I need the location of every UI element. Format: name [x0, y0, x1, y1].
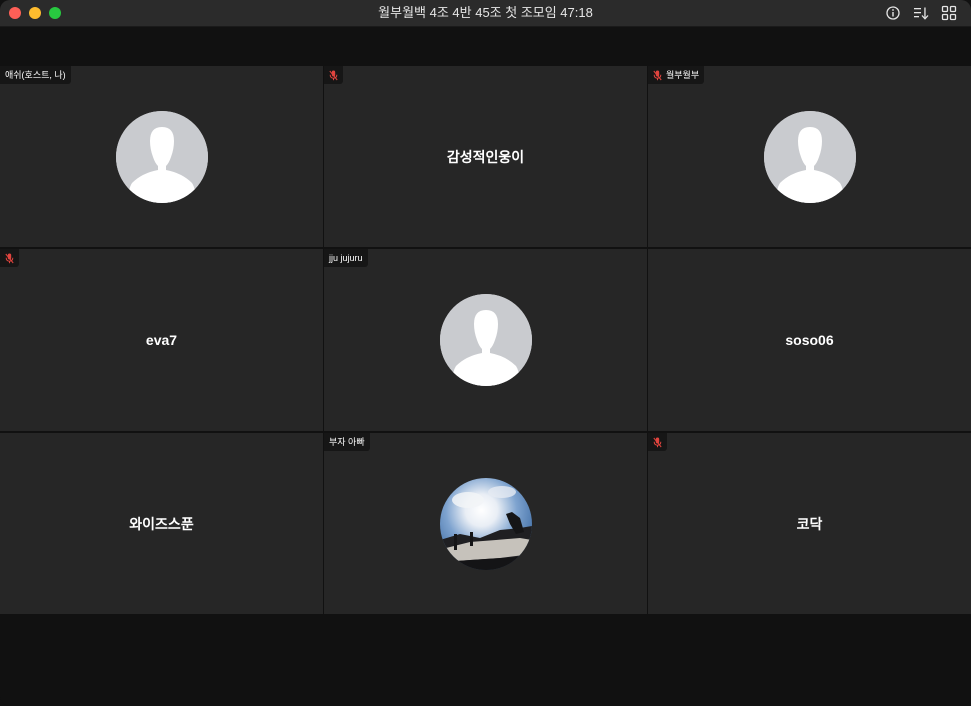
participant-name-label: 애쉬(호스트, 나) [0, 66, 71, 84]
window-title: 월부월백 4조 4반 45조 첫 조모임 47:18 [378, 5, 593, 20]
muted-mic-icon [329, 70, 338, 80]
muted-mic-icon [653, 70, 662, 80]
participant-name: 애쉬(호스트, 나) [5, 70, 66, 80]
default-avatar-icon [439, 294, 532, 386]
participant-display-name: eva7 [145, 332, 178, 348]
participant-tile[interactable]: 코닥 [648, 433, 971, 614]
participant-display-name: soso06 [785, 332, 834, 348]
participant-tile[interactable]: 감성적인웅이 [324, 66, 647, 247]
participant-name-label: 부자 아빠 [324, 433, 370, 451]
participant-tile[interactable]: soso06 [648, 249, 971, 431]
participant-name: 월부월부 [666, 70, 700, 80]
participant-name-label [648, 433, 667, 451]
participant-name-label: 월부월부 [648, 66, 705, 84]
participant-display-name: 와이즈스푼 [129, 515, 194, 532]
participant-name-label: jju jujuru [324, 249, 368, 267]
profile-photo [439, 477, 532, 570]
participant-name-label [0, 249, 19, 267]
title-bar: 월부월백 4조 4반 45조 첫 조모임 47:18 [0, 0, 971, 27]
video-gallery-grid: 애쉬(호스트, 나) 감성적인웅이 월부월부 eva7 jju jujuru s… [0, 66, 971, 614]
default-avatar-icon [115, 110, 208, 203]
participant-tile[interactable]: 부자 아빠 [324, 433, 647, 614]
participant-tile[interactable]: jju jujuru [324, 249, 647, 431]
title-bar-actions [885, 5, 957, 21]
participant-tile[interactable]: 월부월부 [648, 66, 971, 247]
meeting-window: 월부월백 4조 4반 45조 첫 조모임 47:18 애쉬(호스트, 나) 감성… [0, 0, 971, 706]
sort-icon[interactable] [913, 5, 929, 21]
participant-tile[interactable]: 애쉬(호스트, 나) [0, 66, 323, 247]
muted-mic-icon [5, 253, 14, 263]
participant-tile[interactable]: eva7 [0, 249, 323, 431]
muted-mic-icon [653, 437, 662, 447]
default-avatar-icon [763, 110, 856, 203]
participant-name: jju jujuru [329, 253, 363, 263]
info-icon[interactable] [885, 5, 901, 21]
participant-display-name: 감성적인웅이 [446, 148, 525, 165]
gallery-grid-icon[interactable] [941, 5, 957, 21]
participant-tile[interactable]: 와이즈스푼 [0, 433, 323, 614]
participant-name-label [324, 66, 343, 84]
participant-name: 부자 아빠 [329, 437, 365, 447]
participant-display-name: 코닥 [796, 515, 823, 532]
